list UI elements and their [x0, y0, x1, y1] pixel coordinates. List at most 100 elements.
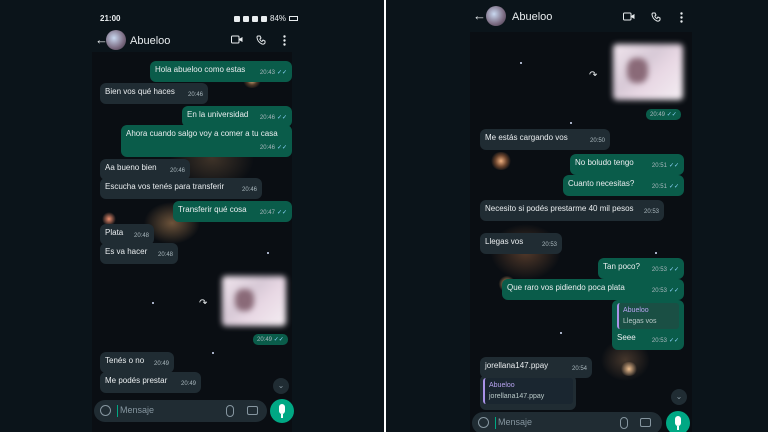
video-call-icon[interactable] — [231, 35, 243, 44]
message-input[interactable]: Mensaje — [498, 417, 532, 427]
status-time: 21:00 — [100, 14, 121, 23]
camera-icon[interactable] — [247, 406, 258, 415]
reply-preview[interactable]: Abueloo jorellana147.ppay — [480, 375, 576, 410]
message-incoming[interactable]: Tenés o no 20:49 — [100, 352, 174, 373]
message-outgoing[interactable]: No boludo tengo 20:51 ✓✓ — [570, 154, 684, 175]
wallpaper-galaxy — [490, 152, 512, 170]
message-outgoing[interactable]: En la universidad 20:46 ✓✓ — [182, 106, 292, 127]
wallpaper-star — [520, 62, 522, 64]
attach-icon[interactable] — [620, 417, 628, 429]
wallpaper-galaxy — [620, 362, 638, 376]
back-arrow-icon[interactable]: ← — [473, 8, 486, 23]
image-message-blurred[interactable] — [613, 44, 683, 100]
message-outgoing[interactable]: Ahora cuando salgo voy a comer a tu casa… — [121, 125, 292, 157]
quoted-text: jorellana147.ppay — [489, 393, 545, 400]
message-time: 20:53 — [643, 209, 659, 215]
contact-name[interactable]: Abueloo — [130, 35, 170, 47]
scroll-down-button[interactable]: ⌄ — [273, 378, 289, 394]
wallpaper-star — [152, 302, 154, 304]
message-input-bar[interactable]: Mensaje — [94, 400, 267, 422]
message-incoming[interactable]: Es va hacer 20:48 — [100, 243, 178, 264]
text-cursor — [495, 417, 496, 429]
quoted-message[interactable]: Abueloo jorellana147.ppay — [483, 378, 573, 404]
attach-icon[interactable] — [226, 405, 234, 417]
message-incoming[interactable]: Escucha vos tenés para transferir 20:46 — [100, 178, 262, 199]
message-time: 20:50 — [589, 138, 605, 144]
message-text: No boludo tengo — [575, 158, 634, 167]
message-text: Llegas vos — [485, 237, 524, 246]
message-outgoing[interactable]: Tan poco? 20:53 ✓✓ — [598, 258, 684, 279]
menu-dots-icon[interactable] — [680, 12, 683, 23]
message-incoming[interactable]: Necesito si podés prestarme 40 mil pesos… — [480, 200, 664, 221]
quoted-message[interactable]: Abueloo Llegas vos — [617, 303, 679, 329]
wallpaper-star — [570, 122, 572, 124]
message-text: Hola abueloo como estas — [155, 65, 246, 74]
contact-avatar[interactable] — [106, 30, 126, 50]
emoji-icon[interactable] — [478, 417, 489, 428]
contact-name[interactable]: Abueloo — [512, 11, 552, 23]
read-ticks-icon: ✓✓ — [668, 267, 679, 273]
contact-avatar[interactable] — [486, 6, 506, 26]
scroll-down-button[interactable]: ⌄ — [671, 389, 687, 405]
quoted-sender: Abueloo — [623, 307, 649, 314]
quoted-text: Llegas vos — [623, 318, 657, 325]
message-incoming[interactable]: Bien vos qué haces 20:46 — [100, 83, 208, 104]
text-cursor — [117, 405, 118, 417]
read-ticks-icon: ✓✓ — [668, 184, 679, 190]
message-text: Transferir qué cosa — [178, 205, 247, 214]
message-incoming[interactable]: Llegas vos 20:53 — [480, 233, 562, 254]
mic-icon[interactable] — [270, 399, 294, 423]
forward-icon[interactable]: ↷ — [199, 298, 207, 309]
message-outgoing[interactable]: Cuanto necesitas? 20:51 ✓✓ — [563, 175, 684, 196]
message-text: Escucha vos tenés para transferir — [105, 182, 225, 191]
message-outgoing[interactable]: Que raro vos pidiendo poca plata 20:53 ✓✓ — [502, 279, 684, 300]
message-text: Bien vos qué haces — [105, 87, 175, 96]
wallpaper-star — [560, 332, 562, 334]
image-timestamp: 20:49 ✓✓ — [646, 109, 681, 120]
message-outgoing[interactable]: Hola abueloo como estas 20:43 ✓✓ — [150, 61, 292, 82]
phone-icon[interactable] — [651, 12, 661, 22]
message-text: Plata — [105, 228, 124, 237]
menu-dots-icon[interactable] — [283, 35, 286, 46]
status-bar: 21:00 84% — [0, 0, 384, 23]
image-message-blurred[interactable] — [222, 276, 286, 326]
message-outgoing[interactable]: Transferir qué cosa 20:47 ✓✓ — [173, 201, 292, 222]
message-text: Necesito si podés prestarme 40 mil pesos — [485, 204, 634, 213]
message-text: Tan poco? — [603, 262, 640, 271]
message-text: En la universidad — [187, 110, 249, 119]
message-time: 20:53 — [541, 242, 557, 248]
message-time: 20:48 — [133, 233, 149, 239]
mic-icon[interactable] — [666, 411, 690, 432]
message-input[interactable]: Mensaje — [120, 405, 154, 415]
message-time: 20:43 — [259, 70, 275, 76]
message-text: Ahora cuando salgo voy a comer a tu casa — [126, 129, 278, 138]
read-ticks-icon: ✓✓ — [276, 210, 287, 216]
read-ticks-icon: ✓✓ — [668, 163, 679, 169]
message-incoming[interactable]: Me podés prestar 20:49 — [100, 372, 201, 393]
video-call-icon[interactable] — [623, 12, 635, 21]
camera-icon[interactable] — [640, 418, 651, 427]
wallpaper-star — [212, 352, 214, 354]
message-input-bar[interactable]: Mensaje — [472, 412, 662, 432]
wallpaper-star — [655, 252, 657, 254]
message-text: Que raro vos pidiendo poca plata — [507, 283, 625, 292]
message-reply-outgoing[interactable]: Abueloo Llegas vos Seee 20:53 ✓✓ — [612, 300, 684, 350]
message-time: 20:48 — [157, 252, 173, 258]
message-text: Aa bueno bien — [105, 163, 157, 172]
message-time: 20:53 — [651, 288, 667, 294]
read-ticks-icon: ✓✓ — [668, 288, 679, 294]
battery-icon — [289, 16, 299, 21]
signal-icon — [261, 15, 267, 22]
phone-icon[interactable] — [256, 35, 266, 45]
emoji-icon[interactable] — [100, 405, 111, 416]
forward-icon[interactable]: ↷ — [589, 70, 597, 81]
chat-header: ← Abueloo — [386, 4, 768, 30]
message-time: 20:46 — [169, 168, 185, 174]
wallpaper-star — [267, 252, 269, 254]
read-ticks-icon: ✓✓ — [668, 338, 679, 344]
chat-header: ← Abueloo — [0, 28, 384, 54]
message-incoming[interactable]: Aa bueno bien 20:46 — [100, 159, 190, 180]
message-incoming[interactable]: Me estás cargando vos 20:50 — [480, 129, 610, 150]
message-time: 20:53 — [651, 338, 667, 344]
message-incoming[interactable]: Plata 20:48 — [100, 224, 154, 245]
